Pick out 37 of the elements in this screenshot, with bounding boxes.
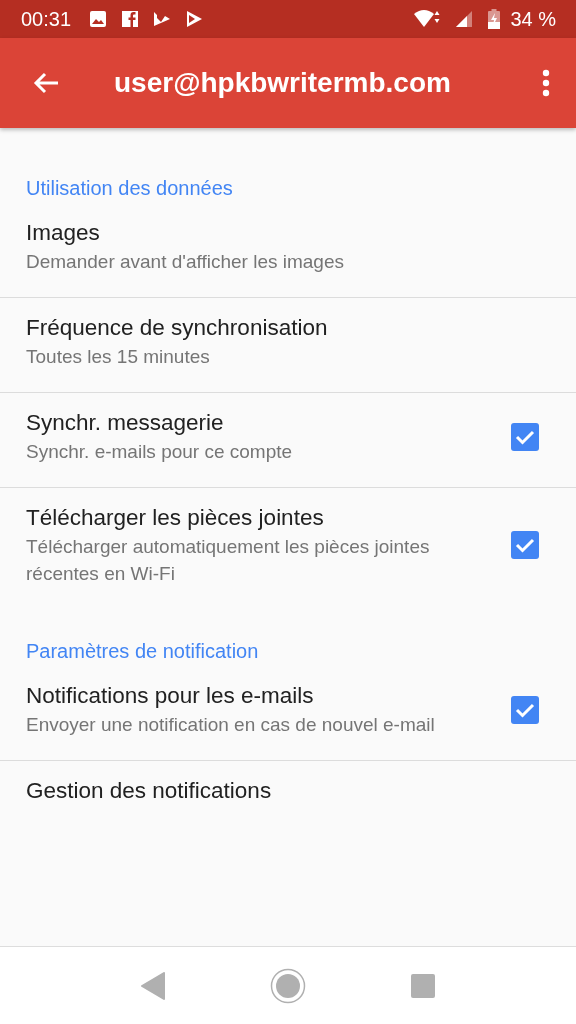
setting-description: Envoyer une notification en cas de nouvel e-mail [26, 713, 436, 737]
checkbox[interactable] [510, 530, 540, 560]
back-arrow-icon[interactable] [32, 71, 60, 95]
setting-description: Télécharger automatiquement les pièces jointes récentes en Wi-Fi [26, 535, 431, 586]
wifi-icon [414, 9, 441, 29]
checkbox[interactable] [510, 694, 540, 725]
settings-item[interactable]: Fréquence de synchronisation Toutes les 15 minutes [0, 298, 576, 393]
setting-title: Images [26, 219, 101, 247]
setting-title: Télécharger les pièces jointes [26, 504, 325, 532]
facebook-icon [121, 10, 140, 28]
battery-icon [488, 9, 501, 29]
clock: 00:31 [21, 7, 72, 31]
setting-description: Synchr. e-mails pour ce compte [26, 440, 294, 464]
section-header: Paramètres de notification [25, 639, 260, 664]
checkmark-icon [153, 10, 172, 28]
settings-item[interactable]: Télécharger les pièces jointes Télécharger automatiquement les pièces jointes récentes en Wi-Fi [0, 488, 576, 610]
recents-icon[interactable] [410, 972, 436, 999]
checkbox[interactable] [510, 421, 540, 452]
settings-item[interactable]: Gestion des notifications [0, 761, 576, 829]
settings-item[interactable]: Images Demander avant d'afficher les images [0, 203, 576, 298]
home-icon[interactable] [270, 967, 306, 1004]
setting-title: Notifications pour les e-mails [26, 682, 315, 710]
account-title: user@hpkbwritermb.com [114, 67, 452, 99]
back-icon[interactable] [140, 971, 166, 1000]
setting-title: Synchr. messagerie [26, 409, 225, 437]
setting-description: Demander avant d'afficher les images [26, 250, 345, 274]
settings-item[interactable]: Notifications pour les e-mails Envoyer une notification en cas de nouvel e-mail [0, 666, 576, 761]
signal-icon [454, 10, 475, 28]
battery-percentage: 34 % [510, 7, 556, 31]
settings-item[interactable]: Synchr. messagerie Synchr. e-mails pour ce compte [0, 393, 576, 488]
image-icon [89, 10, 108, 28]
setting-title: Fréquence de synchronisation [26, 314, 329, 342]
section-header: Utilisation des données [25, 176, 234, 201]
setting-title: Gestion des notifications [26, 777, 273, 805]
more-options-icon[interactable] [542, 69, 550, 97]
play-store-icon [185, 10, 204, 28]
setting-description: Toutes les 15 minutes [26, 345, 211, 369]
